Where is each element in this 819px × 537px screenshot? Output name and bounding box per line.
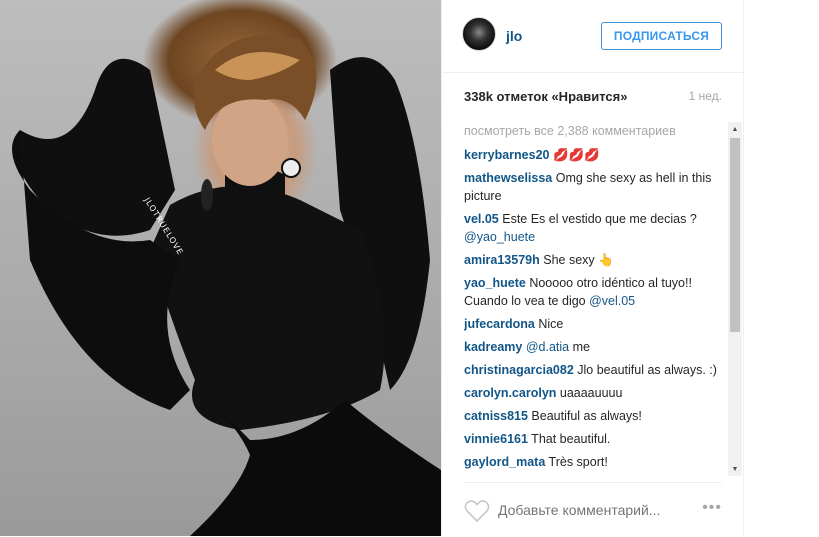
scrollbar-thumb[interactable] [730,138,740,332]
comment-mention[interactable]: @d.atia [526,340,569,354]
comments-list: посмотреть все 2,388 комментариев kerryb… [464,122,722,476]
comment-user[interactable]: kadreamy [464,340,522,354]
comment-user[interactable]: gaylord_mata [464,455,545,469]
comment-text: 💋💋💋 [549,148,600,162]
post-time[interactable]: 1 нед. [689,89,722,103]
comment-text: Très sport! [545,455,608,469]
comments-scrollbar[interactable]: ▲ ▼ [728,122,742,476]
comment-user[interactable]: kerrybarnes20 [464,148,549,162]
comment-item: yao_huete Nooooo otro idéntico al tuyo!!… [464,274,722,310]
post-header: jlo ПОДПИСАТЬСЯ [442,0,743,73]
comment-text-after: me [569,340,590,354]
comment-item: mathewselissa Omg she sexy as hell in th… [464,169,722,205]
post-side-panel: jlo ПОДПИСАТЬСЯ 338k отметок «Нравится» … [441,0,744,536]
comment-item: catniss815 Beautiful as always! [464,407,722,425]
comment-item: carolyn.carolyn uaaaauuuu [464,384,722,402]
comment-footer: ••• [464,482,722,537]
comment-user[interactable]: yao_huete [464,276,526,290]
comment-item: amira13579h She sexy 👆 [464,251,722,269]
comment-user[interactable]: vinnie6161 [464,432,528,446]
heart-icon[interactable] [464,499,490,528]
scroll-up-arrow-icon[interactable]: ▲ [728,122,742,136]
comment-user[interactable]: amira13579h [464,253,540,267]
comment-text: That beautiful. [527,432,611,446]
comment-item: kadreamy @d.atia me [464,338,722,356]
comment-item: vinnie6161 That beautiful. [464,430,722,448]
comment-text: Este Es el vestido que me decias ? [498,212,697,226]
comment-user[interactable]: carolyn.carolyn [464,386,556,400]
comment-text: Jlo beautiful as always. :) [573,363,717,377]
avatar[interactable] [462,17,496,51]
comment-text: Beautiful as always! [527,409,642,423]
comment-item: christinagarcia082 Jlo beautiful as alwa… [464,361,722,379]
comment-item: gaylord_mata Très sport! [464,453,722,471]
comment-item: vel.05 Este Es el vestido que me decias … [464,210,722,246]
comment-user[interactable]: christinagarcia082 [464,363,574,377]
username[interactable]: jlo [506,28,522,44]
scroll-down-arrow-icon[interactable]: ▼ [728,462,742,476]
comment-user[interactable]: jufecardona [464,317,535,331]
comment-item: kerrybarnes20 💋💋💋 [464,146,722,164]
comment-user[interactable]: mathewselissa [464,171,552,185]
comment-mention[interactable]: @vel.05 [589,294,635,308]
follow-button[interactable]: ПОДПИСАТЬСЯ [601,22,722,50]
view-all-comments-link[interactable]: посмотреть все 2,388 комментариев [464,122,722,140]
comment-text: uaaaauuuu [556,386,623,400]
comment-text: She sexy 👆 [539,253,614,267]
comment-item: jufecardona Nice [464,315,722,333]
comment-user[interactable]: vel.05 [464,212,499,226]
comment-user[interactable]: catniss815 [464,409,528,423]
comment-mention[interactable]: @yao_huete [464,230,535,244]
post-stats: 338k отметок «Нравится» 1 нед. [464,89,722,107]
comment-text: Nice [534,317,564,331]
photo-illustration [12,35,441,536]
more-options-icon[interactable]: ••• [702,499,722,517]
likes-count[interactable]: 338k отметок «Нравится» [464,89,627,104]
add-comment-input[interactable] [498,502,678,518]
post-photo: JLOTRUELOVE [0,0,441,536]
heart-icon-svg [464,500,490,523]
